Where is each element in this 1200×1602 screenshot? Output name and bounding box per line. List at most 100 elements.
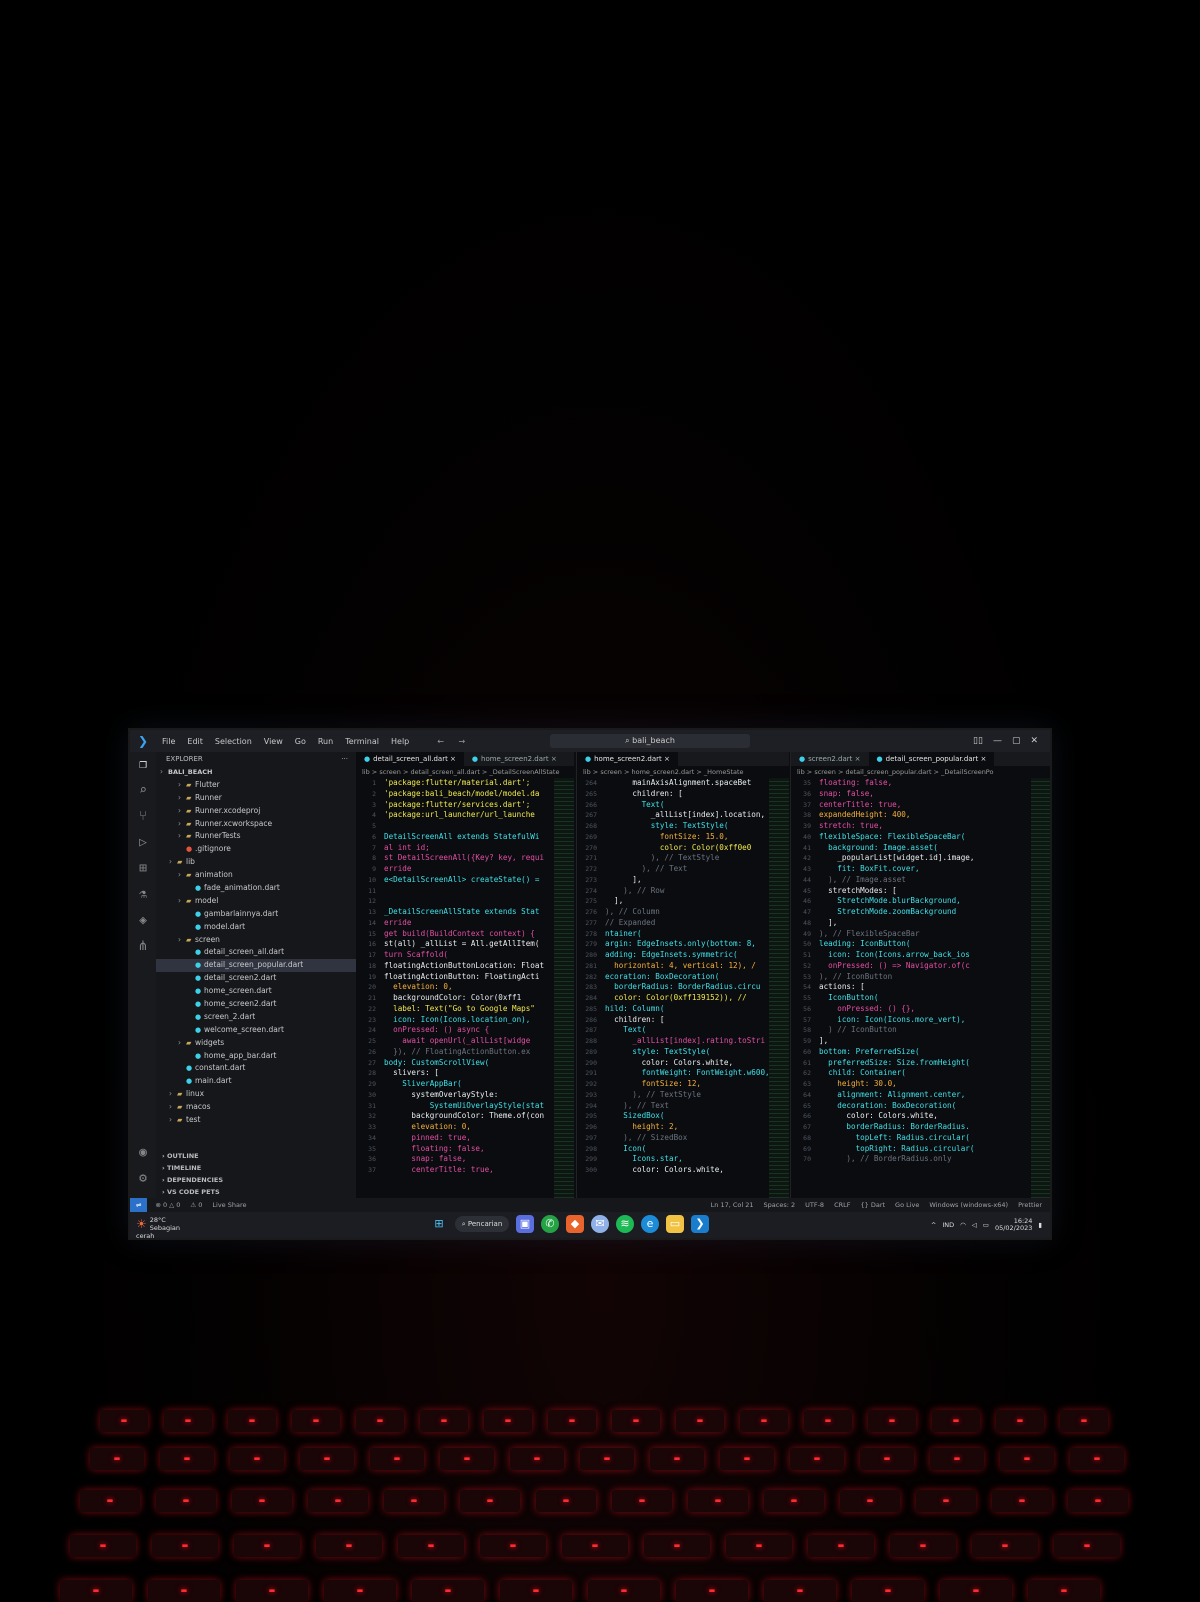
status-item[interactable]: Ln 17, Col 21 [711,1201,754,1209]
tree-item[interactable]: ● welcome_screen.dart [156,1024,356,1037]
status-item[interactable]: UTF-8 [805,1201,824,1209]
status-item[interactable]: CRLF [834,1201,850,1209]
sidebar-section-dependencies[interactable]: › DEPENDENCIES [156,1174,356,1186]
sidebar-section-vs-code-pets[interactable]: › VS CODE PETS [156,1186,356,1198]
tree-item[interactable]: › ▰ screen [156,934,356,947]
status-item[interactable]: Live Share [212,1201,246,1209]
tab-close-icon[interactable]: × [852,755,861,763]
status-item[interactable]: Go Live [895,1201,919,1209]
tree-item[interactable]: › ▰ RunnerTests [156,830,356,843]
breadcrumb[interactable]: lib > screen > home_screen2.dart > _Home… [577,766,789,778]
testing-icon[interactable]: ⚗ [130,882,156,908]
taskbar-search[interactable]: ⌕ Pencarian [455,1216,509,1232]
explorer-icon[interactable]: ❐ [130,752,156,778]
tree-item[interactable]: ● detail_screen_all.dart [156,946,356,959]
run-debug-icon[interactable]: ▷ [130,830,156,856]
tray-language[interactable]: IND [942,1221,954,1229]
file-explorer-icon[interactable]: ▭ [666,1215,684,1233]
tree-item[interactable]: › ▰ Runner.xcworkspace [156,818,356,831]
status-item[interactable]: Spaces: 2 [764,1201,796,1209]
minimize-icon[interactable]: — [993,736,1002,746]
tree-item[interactable]: › ▰ Runner.xcodeproj [156,805,356,818]
tree-item[interactable]: ● constant.dart [156,1062,356,1075]
office-icon[interactable]: ◆ [566,1215,584,1233]
search-icon[interactable]: ⌕ [130,778,156,804]
editor-tab[interactable]: ● detail_screen_all.dart × [356,752,464,766]
minimap[interactable] [769,778,789,1198]
status-item[interactable]: {} Dart [861,1201,886,1209]
editor-tab[interactable]: ● home_screen2.dart × [464,752,565,766]
vscode-taskbar-icon[interactable]: ❯ [691,1215,709,1233]
edge-icon[interactable]: e [641,1215,659,1233]
tab-close-icon[interactable]: × [662,755,670,763]
command-center-search[interactable]: ⌕ bali_beach [550,734,750,748]
tree-item[interactable]: › ▰ Flutter [156,779,356,792]
code-area[interactable]: 35 floating: false, 36 snap: false, 37 center… [791,778,1050,1198]
status-item[interactable]: ⚠ 0 [190,1201,202,1209]
editor-tab[interactable]: ● detail_screen_popular.dart × [868,752,995,766]
battery-icon[interactable]: ▭ [983,1221,989,1229]
tree-item[interactable]: ● .gitignore [156,843,356,856]
tree-item[interactable]: › BALI_BEACH [156,766,356,779]
docker-icon[interactable]: ◈ [130,908,156,934]
status-item[interactable]: ⊗ 0 △ 0 [155,1201,180,1209]
weather-widget[interactable]: ☀ 28°C Sebagian cerah [136,1216,187,1238]
menu-item-terminal[interactable]: Terminal [339,737,385,746]
code-area[interactable]: 1 'package:flutter/material.dart'; 2 'packa… [356,778,574,1198]
menu-item-edit[interactable]: Edit [181,737,209,746]
breadcrumb[interactable]: lib > screen > detail_screen_popular.dar… [791,766,1050,778]
tree-item[interactable]: ● detail_screen_popular.dart [156,959,356,973]
status-item[interactable]: Prettier [1018,1201,1042,1209]
menu-item-file[interactable]: File [156,737,181,746]
task-view-icon[interactable]: ▣ [516,1215,534,1233]
close-icon[interactable]: ✕ [1030,736,1038,746]
menu-item-view[interactable]: View [258,737,289,746]
nav-arrows[interactable]: ← → [437,737,471,746]
minimap[interactable] [1031,778,1050,1198]
notification-icon[interactable]: ▮ [1038,1221,1042,1229]
minimap[interactable] [554,778,574,1198]
tree-item[interactable]: ● fade_animation.dart [156,882,356,895]
speaker-icon[interactable]: ◁ [972,1221,977,1229]
sidebar-section-outline[interactable]: › OUTLINE [156,1150,356,1162]
tree-item[interactable]: ● model.dart [156,921,356,934]
tree-item[interactable]: › ▰ macos [156,1101,356,1114]
tree-item[interactable]: › ▰ animation [156,869,356,882]
maximize-icon[interactable]: ▢ [1012,736,1021,746]
tree-item[interactable]: ● gambarlainnya.dart [156,908,356,921]
tree-item[interactable]: › ▰ lib [156,856,356,869]
tray-chevron-icon[interactable]: ^ [931,1221,936,1229]
wifi-icon[interactable]: ◠ [960,1221,966,1229]
clock[interactable]: 16:24 05/02/2023 [995,1218,1032,1232]
tree-item[interactable]: › ▰ Runner [156,792,356,805]
extensions-icon[interactable]: ⊞ [130,856,156,882]
code-area[interactable]: 264 mainAxisAlignment.spaceBet 265 childr… [577,778,789,1198]
editor-tab[interactable]: ● home_screen2.dart × [577,752,678,766]
tree-item[interactable]: ● main.dart [156,1075,356,1088]
tree-item[interactable]: ● detail_screen2.dart [156,972,356,985]
breadcrumb[interactable]: lib > screen > detail_screen_all.dart > … [356,766,574,778]
menu-item-go[interactable]: Go [289,737,312,746]
tree-item[interactable]: ● home_app_bar.dart [156,1050,356,1063]
tree-item[interactable]: › ▰ widgets [156,1037,356,1050]
spotify-icon[interactable]: ≋ [616,1215,634,1233]
messenger-icon[interactable]: ✉ [591,1215,609,1233]
git-graph-icon[interactable]: ⋔ [130,934,156,960]
windows-start-icon[interactable]: ⊞ [430,1215,448,1233]
tree-item[interactable]: › ▰ model [156,895,356,908]
tree-item[interactable]: ● screen_2.dart [156,1011,356,1024]
more-actions-icon[interactable]: ··· [341,752,348,766]
account-icon[interactable]: ◉ [130,1140,156,1166]
editor-tab[interactable]: ● screen2.dart × [791,752,869,766]
remote-indicator[interactable]: ⇌ [130,1198,148,1212]
tree-item[interactable]: ● home_screen2.dart [156,998,356,1011]
tree-item[interactable]: › ▰ linux [156,1088,356,1101]
tab-close-icon[interactable]: × [448,755,456,763]
tree-item[interactable]: ● home_screen.dart [156,985,356,998]
source-control-icon[interactable]: ⑂ [130,804,156,830]
tab-close-icon[interactable]: × [978,755,986,763]
status-item[interactable]: Windows (windows-x64) [929,1201,1008,1209]
menu-item-help[interactable]: Help [385,737,415,746]
tree-item[interactable]: › ▰ test [156,1114,356,1127]
tab-close-icon[interactable]: × [549,755,557,763]
